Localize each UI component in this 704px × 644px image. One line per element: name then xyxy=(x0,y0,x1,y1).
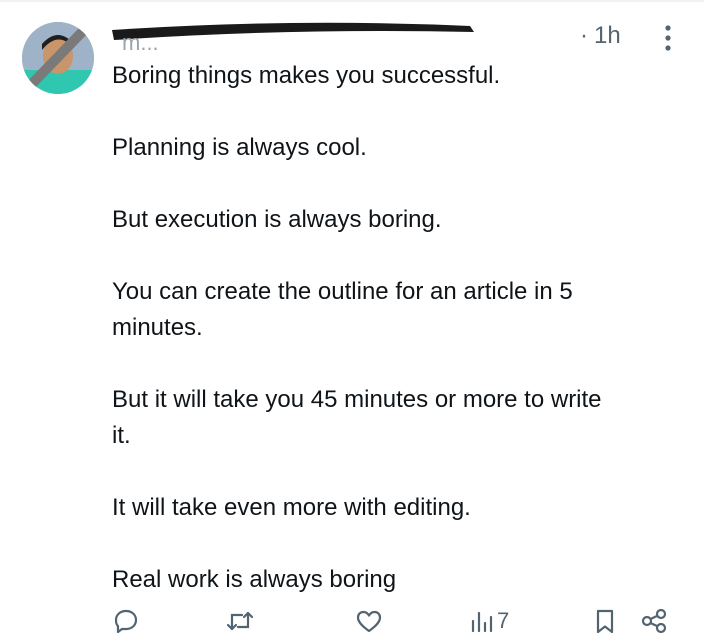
redacted-name-scribble: m... xyxy=(112,20,482,52)
top-divider xyxy=(0,0,704,2)
tweet-paragraph: It will take even more with editing. xyxy=(112,494,471,521)
tweet-paragraph: Planning is always cool. xyxy=(112,134,367,161)
bookmark-button[interactable] xyxy=(594,606,616,636)
tweet-paragraph: But it will take you 45 minutes or more … xyxy=(112,386,602,449)
like-button[interactable] xyxy=(354,606,384,636)
views-button[interactable]: 7 xyxy=(470,606,509,636)
share-button[interactable] xyxy=(640,606,668,636)
tweet-header: m... · 1h xyxy=(112,18,672,54)
tweet-timestamp[interactable]: 1h xyxy=(594,22,621,50)
avatar[interactable] xyxy=(22,22,94,94)
retweet-icon xyxy=(226,611,254,631)
more-vertical-icon xyxy=(665,25,671,51)
tweet-paragraph: Boring things makes you successful. xyxy=(112,62,501,89)
heart-icon xyxy=(356,610,382,633)
views-chart-icon xyxy=(471,611,493,633)
bookmark-icon xyxy=(596,609,614,634)
tweet-paragraph: But execution is always boring. xyxy=(112,206,442,233)
svg-text:m...: m... xyxy=(122,30,159,52)
tweet-paragraph: You can create the outline for an articl… xyxy=(112,278,573,341)
retweet-button[interactable] xyxy=(224,606,256,636)
reply-button[interactable] xyxy=(112,606,140,636)
tweet-paragraph: Real work is always boring xyxy=(112,566,397,593)
header-separator: · xyxy=(580,22,588,49)
reply-icon xyxy=(114,609,138,634)
share-icon xyxy=(641,608,667,634)
more-options-button[interactable] xyxy=(655,22,681,54)
tweet-body: Boring things makes you successful. Plan… xyxy=(112,58,687,598)
views-count: 7 xyxy=(497,608,510,633)
tweet-action-bar: 7 xyxy=(0,600,704,640)
